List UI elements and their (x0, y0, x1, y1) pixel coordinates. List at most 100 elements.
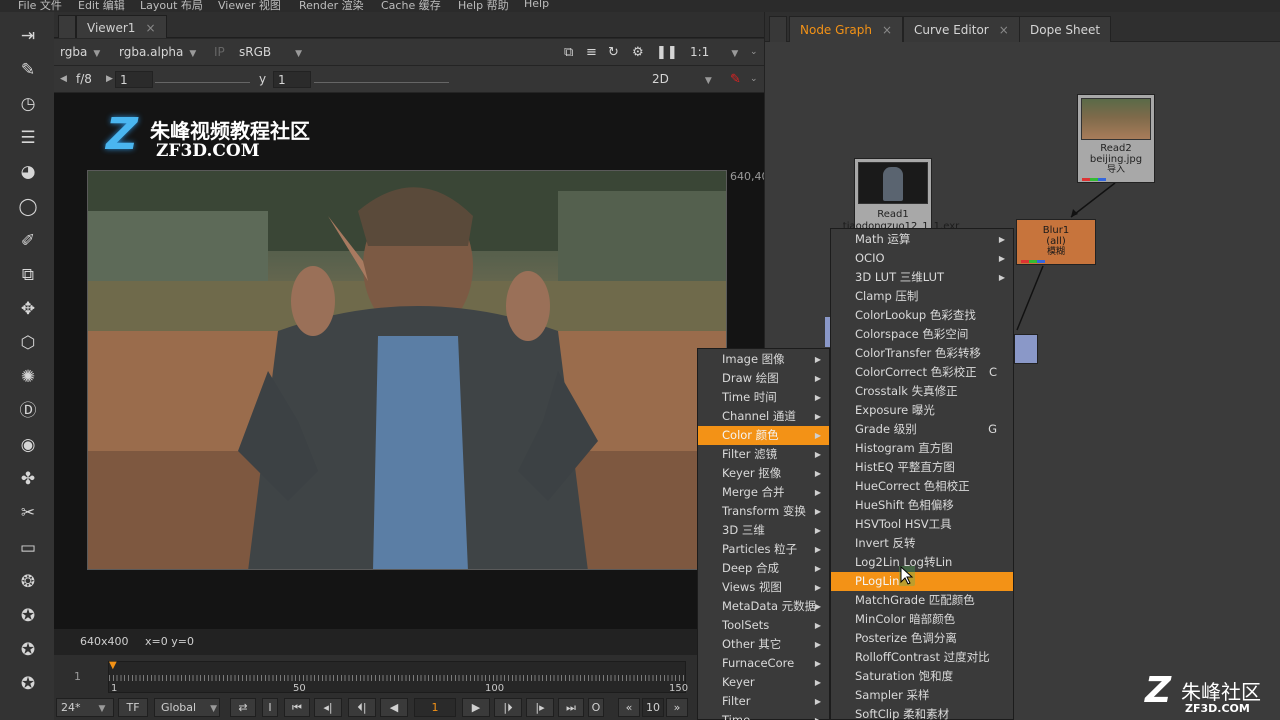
eye-icon[interactable]: ◉ (17, 434, 39, 456)
expand-icon[interactable]: ⌄ (750, 71, 758, 88)
menu-item[interactable]: Crosstalk 失真修正 (831, 382, 1013, 401)
next-frame-icon[interactable]: |⏵ (494, 698, 522, 717)
step-forward-icon[interactable]: » (666, 698, 688, 717)
node-read2[interactable]: Read2 beijing.jpg 导入 (1077, 94, 1155, 183)
menu-item[interactable]: Channel 通道 ▶ (698, 407, 829, 426)
menu-item[interactable]: Histogram 直方图 (831, 439, 1013, 458)
tag-icon[interactable]: ✤ (17, 468, 39, 490)
tab-viewer1[interactable]: Viewer1 × (76, 15, 167, 38)
node-blur1[interactable]: Blur1 (all) 模糊 (1016, 219, 1096, 265)
playhead-icon[interactable]: ▼ (109, 660, 117, 671)
fps-select[interactable]: 24* ▼ (56, 698, 114, 717)
menu-item[interactable]: Edit 编辑 (78, 0, 125, 12)
globe-2-icon[interactable]: ✪ (17, 639, 39, 661)
particles-icon[interactable]: ✺ (17, 366, 39, 388)
menu-item[interactable]: Grade 级别 G (831, 420, 1013, 439)
menu-item[interactable]: Saturation 饱和度 (831, 667, 1013, 686)
exposure-input[interactable]: 1 (115, 71, 153, 88)
menu-item[interactable]: Viewer 视图 (218, 0, 281, 12)
furnace-icon[interactable]: ❂ (17, 571, 39, 593)
menu-item[interactable]: ColorCorrect 色彩校正 C (831, 363, 1013, 382)
menu-item[interactable]: Math 运算 ▶ (831, 230, 1013, 249)
step-input[interactable]: 10 (642, 698, 664, 717)
prev-frame-icon[interactable]: ⏴| (348, 698, 376, 717)
scope-select[interactable]: Global ▼ (154, 698, 220, 717)
panel-menu-button[interactable] (58, 15, 76, 38)
menu-item[interactable]: Keyer 抠像 ▶ (698, 464, 829, 483)
menu-item[interactable]: Time ▶ (698, 711, 829, 720)
drive-icon[interactable]: ▭ (17, 537, 39, 559)
tf-select[interactable]: TF (118, 698, 148, 717)
gamma-input[interactable]: 1 (273, 71, 311, 88)
in-point-button[interactable]: I (262, 698, 278, 717)
color-wheel-icon[interactable]: ◕ (17, 161, 39, 183)
menu-item[interactable]: MinColor 暗部颜色 (831, 610, 1013, 629)
view-mode-select[interactable]: 2D ▼ (652, 71, 712, 88)
pause-icon[interactable]: ❚❚ (656, 44, 678, 61)
close-icon[interactable]: × (145, 21, 155, 35)
channel-select[interactable]: rgba ▼ (60, 44, 100, 61)
node-merge[interactable] (1014, 334, 1038, 364)
menu-item[interactable]: Clamp 压制 (831, 287, 1013, 306)
viewer-canvas[interactable]: Z 朱峰视频教程社区 ZF3D.COM 640,40 (54, 93, 769, 629)
menu-item[interactable]: Deep 合成 ▶ (698, 559, 829, 578)
ip-toggle[interactable]: IP (214, 44, 225, 61)
next-key-icon[interactable]: |▸ (526, 698, 554, 717)
menu-item[interactable]: PLogLin (831, 572, 1013, 591)
menu-item[interactable]: Posterize 色调分离 (831, 629, 1013, 648)
menu-item[interactable]: Filter ▶ (698, 692, 829, 711)
globe-3-icon[interactable]: ✪ (17, 673, 39, 695)
loop-icon[interactable]: ⇄ (230, 698, 256, 717)
menu-item[interactable]: HistEQ 平整直方图 (831, 458, 1013, 477)
stack-icon[interactable]: ⧉ (17, 264, 39, 286)
expand-icon[interactable]: ⌄ (750, 44, 758, 61)
menu-item[interactable]: Help (524, 0, 549, 10)
deep-icon[interactable]: Ⓓ (17, 400, 39, 422)
menu-item[interactable]: HueCorrect 色相校正 (831, 477, 1013, 496)
play-back-icon[interactable]: ◀ (380, 698, 408, 717)
menu-item[interactable]: Merge 合并 ▶ (698, 483, 829, 502)
prev-key-icon[interactable]: ◂| (314, 698, 342, 717)
cube-icon[interactable]: ⬡ (17, 332, 39, 354)
channel-icon[interactable]: ☰ (17, 127, 39, 149)
move-icon[interactable]: ✥ (17, 298, 39, 320)
menu-item[interactable]: Particles 粒子 ▶ (698, 540, 829, 559)
zoom-select[interactable]: 1:1 ▼ (690, 44, 738, 61)
menu-item[interactable]: File 文件 (18, 0, 62, 12)
menu-item[interactable]: Sampler 采样 (831, 686, 1013, 705)
menu-item[interactable]: Transform 变换 ▶ (698, 502, 829, 521)
menu-item[interactable]: ColorLookup 色彩查找 (831, 306, 1013, 325)
clock-icon[interactable]: ◷ (17, 93, 39, 115)
globe-icon[interactable]: ✪ (17, 605, 39, 627)
menu-item[interactable]: Draw 绘图 ▶ (698, 369, 829, 388)
menu-item[interactable]: Cache 缓存 (381, 0, 441, 12)
step-back-icon[interactable]: « (618, 698, 640, 717)
menu-item[interactable]: Layout 布局 (140, 0, 203, 12)
menu-item[interactable]: FurnaceCore ▶ (698, 654, 829, 673)
menu-item[interactable]: Other 其它 ▶ (698, 635, 829, 654)
last-frame-icon[interactable]: ⏭ (558, 698, 584, 717)
out-point-button[interactable]: O (588, 698, 604, 717)
pencil-icon[interactable]: ✐ (17, 230, 39, 252)
prev-stop-icon[interactable]: ◀ (60, 71, 67, 88)
menu-item[interactable]: Colorspace 色彩空间 (831, 325, 1013, 344)
menu-item[interactable]: 3D LUT 三维LUT ▶ (831, 268, 1013, 287)
lines-icon[interactable]: ≡ (586, 44, 597, 61)
next-stop-icon[interactable]: ▶ (106, 71, 113, 88)
menu-item[interactable]: MatchGrade 匹配颜色 (831, 591, 1013, 610)
settings-icon[interactable]: ⚙ (632, 44, 644, 61)
menu-item[interactable]: ColorTransfer 色彩转移 (831, 344, 1013, 363)
current-frame-input[interactable]: 1 (414, 698, 456, 717)
menu-item[interactable]: Invert 反转 (831, 534, 1013, 553)
exposure-slider[interactable] (155, 71, 250, 83)
wrench-icon[interactable]: ✂ (17, 502, 39, 524)
menu-item[interactable]: SoftClip 柔和素材 (831, 705, 1013, 720)
menu-item[interactable]: ToolSets ▶ (698, 616, 829, 635)
menu-item[interactable]: HSVTool HSV工具 (831, 515, 1013, 534)
menu-item[interactable]: Log2Lin Log转Lin (831, 553, 1013, 572)
menu-item[interactable]: Exposure 曝光 (831, 401, 1013, 420)
timeline-ruler[interactable]: ▼ 1 50 100 150 (108, 660, 688, 694)
gamma-slider[interactable] (314, 71, 449, 83)
menu-item[interactable]: 3D 三维 ▶ (698, 521, 829, 540)
paint-brush-icon[interactable]: ✎ (730, 71, 741, 88)
